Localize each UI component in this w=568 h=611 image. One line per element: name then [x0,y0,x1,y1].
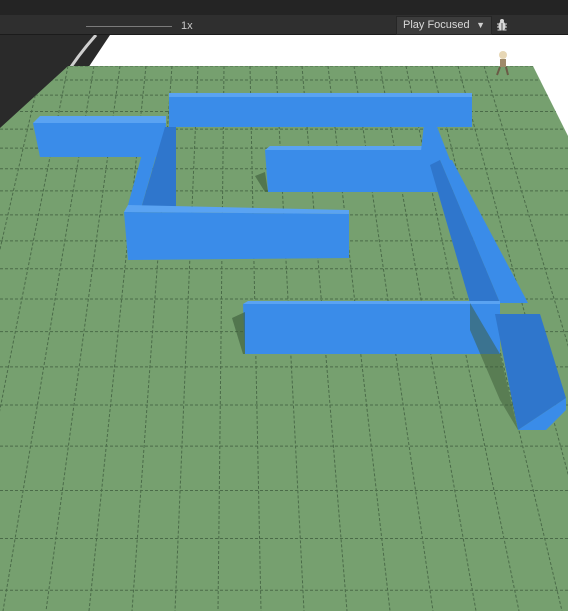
bug-icon[interactable] [496,18,508,32]
game-scene-view[interactable] [0,35,568,611]
scale-slider[interactable] [86,26,172,27]
toolbar-tab-strip [0,0,568,15]
wall-inner [265,146,440,192]
chevron-down-icon: ▼ [476,20,485,30]
wall-top [169,93,472,127]
game-view-toolbar: 1x Play Focused ▼ [0,0,568,35]
scale-value-label: 1x [181,20,193,32]
wall-bottom-left [124,205,349,260]
play-mode-dropdown[interactable]: Play Focused ▼ [396,16,492,35]
wall-bottom-center [243,301,500,354]
play-mode-label: Play Focused [403,19,470,31]
